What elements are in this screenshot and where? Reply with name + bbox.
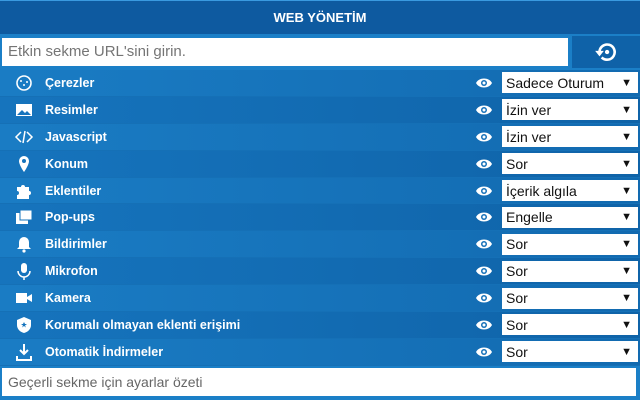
setting-select[interactable]: İzin ver ▼ xyxy=(502,126,638,148)
reset-icon xyxy=(595,43,616,61)
setting-row: Korumalı olmayan eklenti erişimi Sor ▼ xyxy=(0,312,640,339)
setting-value: Sor xyxy=(506,316,528,333)
setting-select[interactable]: Sor ▼ xyxy=(502,314,638,336)
setting-label: Mikrofon xyxy=(45,264,98,279)
setting-row: Pop-ups Engelle ▼ xyxy=(0,204,640,232)
dropdown-arrow-icon: ▼ xyxy=(621,345,632,358)
dropdown-arrow-icon: ▼ xyxy=(621,238,632,251)
location-pin-icon xyxy=(14,154,34,174)
microphone-icon xyxy=(14,261,34,281)
setting-value: İçerik algıla xyxy=(506,182,577,199)
bell-icon xyxy=(14,234,34,254)
setting-label: Otomatik İndirmeler xyxy=(45,344,164,359)
dropdown-arrow-icon: ▼ xyxy=(621,292,632,305)
eye-icon[interactable] xyxy=(474,292,494,304)
shield-icon xyxy=(14,315,34,335)
setting-value: İzin ver xyxy=(506,128,552,145)
eye-icon[interactable] xyxy=(474,131,494,143)
setting-value: Engelle xyxy=(506,209,553,226)
setting-value: Sor xyxy=(506,236,528,253)
setting-row: Eklentiler İçerik algıla ▼ xyxy=(0,177,640,205)
dropdown-arrow-icon: ▼ xyxy=(621,130,632,143)
setting-label: Eklentiler xyxy=(45,183,102,198)
setting-select[interactable]: Sor ▼ xyxy=(502,233,638,255)
download-icon xyxy=(14,342,34,362)
setting-value: Sor xyxy=(506,263,528,280)
setting-row: Javascript İzin ver ▼ xyxy=(0,123,640,151)
setting-select[interactable]: Sor ▼ xyxy=(502,153,638,175)
eye-icon[interactable] xyxy=(474,265,494,277)
setting-label: Konum xyxy=(45,156,89,171)
setting-value: Sor xyxy=(506,343,528,360)
puzzle-icon xyxy=(14,181,34,201)
setting-value: Sor xyxy=(506,290,528,307)
setting-row: Resimler İzin ver ▼ xyxy=(0,96,640,124)
header: WEB YÖNETİM xyxy=(0,0,640,34)
setting-select[interactable]: Sor ▼ xyxy=(502,260,638,282)
eye-icon[interactable] xyxy=(474,211,494,223)
dropdown-arrow-icon: ▼ xyxy=(621,265,632,278)
dropdown-arrow-icon: ▼ xyxy=(621,157,632,170)
setting-value: Sor xyxy=(506,155,528,172)
dropdown-arrow-icon: ▼ xyxy=(621,76,632,89)
setting-row: Mikrofon Sor ▼ xyxy=(0,258,640,286)
setting-select[interactable]: Engelle ▼ xyxy=(502,206,638,228)
setting-label: Kamera xyxy=(45,291,91,306)
dropdown-arrow-icon: ▼ xyxy=(621,211,632,224)
cookie-icon xyxy=(14,73,34,93)
setting-label: Korumalı olmayan eklenti erişimi xyxy=(45,317,241,332)
setting-label: Bildirimler xyxy=(45,237,107,252)
setting-select[interactable]: Sor ▼ xyxy=(502,341,638,363)
eye-icon[interactable] xyxy=(474,104,494,116)
dropdown-arrow-icon: ▼ xyxy=(621,184,632,197)
eye-icon[interactable] xyxy=(474,319,494,331)
setting-row: Bildirimler Sor ▼ xyxy=(0,231,640,259)
summary-field[interactable]: Geçerli sekme için ayarlar özeti xyxy=(2,368,636,396)
popup-icon xyxy=(14,207,34,227)
setting-row: Çerezler Sadece Oturum ▼ xyxy=(0,70,640,97)
eye-icon[interactable] xyxy=(474,158,494,170)
eye-icon[interactable] xyxy=(474,77,494,89)
setting-select[interactable]: İzin ver ▼ xyxy=(502,99,638,121)
url-input[interactable] xyxy=(2,38,568,66)
dropdown-arrow-icon: ▼ xyxy=(621,318,632,331)
setting-row: Konum Sor ▼ xyxy=(0,150,640,178)
setting-row: Otomatik İndirmeler Sor ▼ xyxy=(0,338,640,366)
page-title: WEB YÖNETİM xyxy=(273,10,367,25)
code-icon xyxy=(14,127,34,147)
eye-icon[interactable] xyxy=(474,346,494,358)
setting-label: Çerezler xyxy=(45,75,95,90)
setting-label: Javascript xyxy=(45,129,107,144)
image-icon xyxy=(14,100,34,120)
setting-select[interactable]: Sadece Oturum ▼ xyxy=(502,72,638,94)
reset-button[interactable] xyxy=(572,36,640,68)
setting-label: Resimler xyxy=(45,102,98,117)
camera-icon xyxy=(14,288,34,308)
setting-row: Kamera Sor ▼ xyxy=(0,285,640,313)
dropdown-arrow-icon: ▼ xyxy=(621,103,632,116)
eye-icon[interactable] xyxy=(474,185,494,197)
settings-list: Çerezler Sadece Oturum ▼ Resimler İzin ve… xyxy=(0,70,640,366)
eye-icon[interactable] xyxy=(474,238,494,250)
setting-value: İzin ver xyxy=(506,101,552,118)
setting-label: Pop-ups xyxy=(45,210,95,225)
setting-select[interactable]: Sor ▼ xyxy=(502,287,638,309)
setting-select[interactable]: İçerik algıla ▼ xyxy=(502,180,638,201)
setting-value: Sadece Oturum xyxy=(506,74,605,91)
